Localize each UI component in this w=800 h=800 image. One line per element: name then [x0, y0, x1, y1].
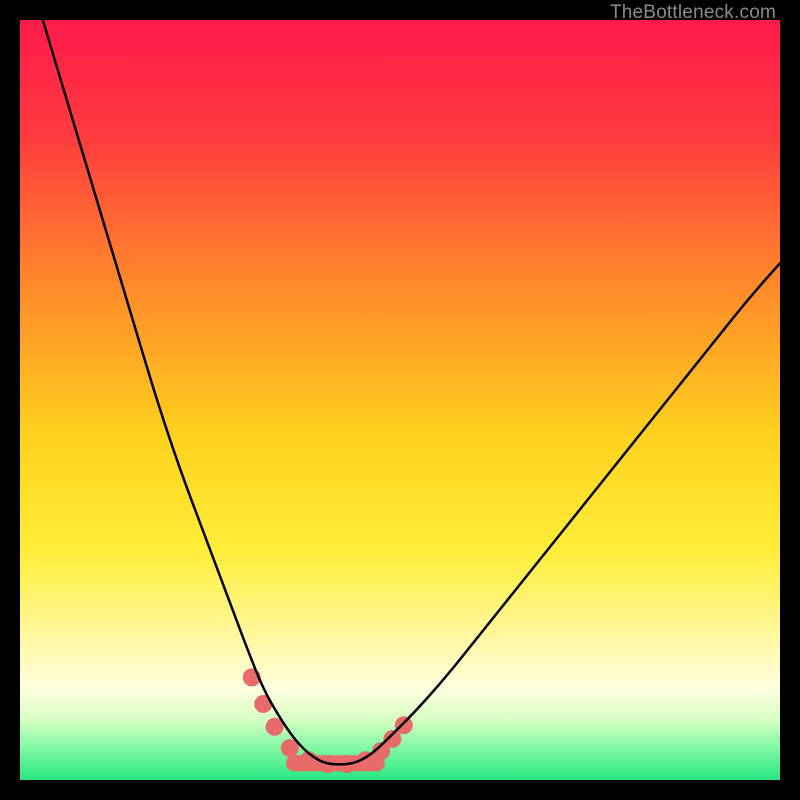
- chart-svg: [20, 20, 780, 780]
- plot-area: [20, 20, 780, 780]
- valley-dot: [395, 716, 413, 734]
- chart-stage: TheBottleneck.com: [0, 0, 800, 800]
